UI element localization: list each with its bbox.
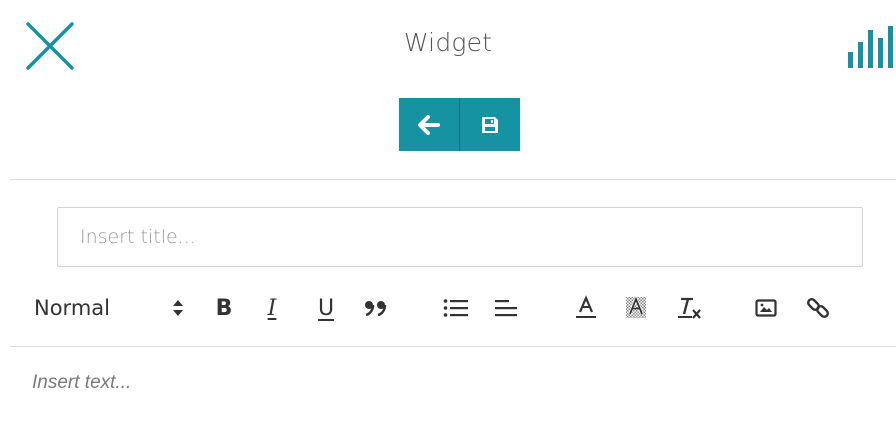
bullet-list-icon bbox=[443, 299, 468, 317]
toolbar-divider bbox=[10, 346, 896, 347]
editor-text-area[interactable]: Insert text... bbox=[32, 372, 872, 402]
header-divider bbox=[10, 179, 896, 180]
save-icon bbox=[482, 116, 498, 133]
back-button[interactable] bbox=[399, 98, 459, 151]
page-title: Widget bbox=[403, 28, 493, 57]
underline-icon: U bbox=[317, 295, 335, 321]
bullet-list-button[interactable] bbox=[440, 285, 472, 331]
updown-arrows-icon bbox=[173, 300, 183, 316]
blockquote-button[interactable] bbox=[360, 285, 392, 331]
align-icon bbox=[495, 300, 517, 317]
bar-chart-icon bbox=[848, 26, 893, 68]
action-button-group bbox=[399, 98, 520, 151]
clear-format-button[interactable] bbox=[674, 285, 706, 331]
background-color-button[interactable] bbox=[620, 285, 652, 331]
format-select[interactable]: Normal bbox=[34, 285, 194, 331]
link-icon bbox=[807, 298, 829, 318]
align-button[interactable] bbox=[490, 285, 522, 331]
stats-button[interactable] bbox=[846, 22, 896, 72]
italic-button[interactable]: I bbox=[256, 285, 288, 331]
image-icon bbox=[755, 299, 777, 317]
title-input[interactable] bbox=[57, 207, 863, 267]
clear-format-icon bbox=[678, 297, 701, 319]
bold-button[interactable]: B bbox=[208, 285, 240, 331]
underline-button[interactable]: U bbox=[310, 285, 342, 331]
bold-icon: B bbox=[215, 295, 233, 321]
quote-icon bbox=[365, 301, 387, 316]
save-button[interactable] bbox=[459, 98, 520, 151]
editor-toolbar: Normal B I U bbox=[0, 285, 896, 331]
image-button[interactable] bbox=[750, 285, 782, 331]
background-color-icon bbox=[626, 295, 646, 318]
italic-icon: I bbox=[267, 295, 277, 321]
text-color-button[interactable] bbox=[570, 285, 602, 331]
arrow-left-icon bbox=[418, 114, 440, 135]
format-select-label: Normal bbox=[34, 296, 110, 320]
editor-placeholder: Insert text... bbox=[32, 372, 132, 393]
link-button[interactable] bbox=[802, 285, 834, 331]
text-color-icon bbox=[576, 295, 596, 318]
